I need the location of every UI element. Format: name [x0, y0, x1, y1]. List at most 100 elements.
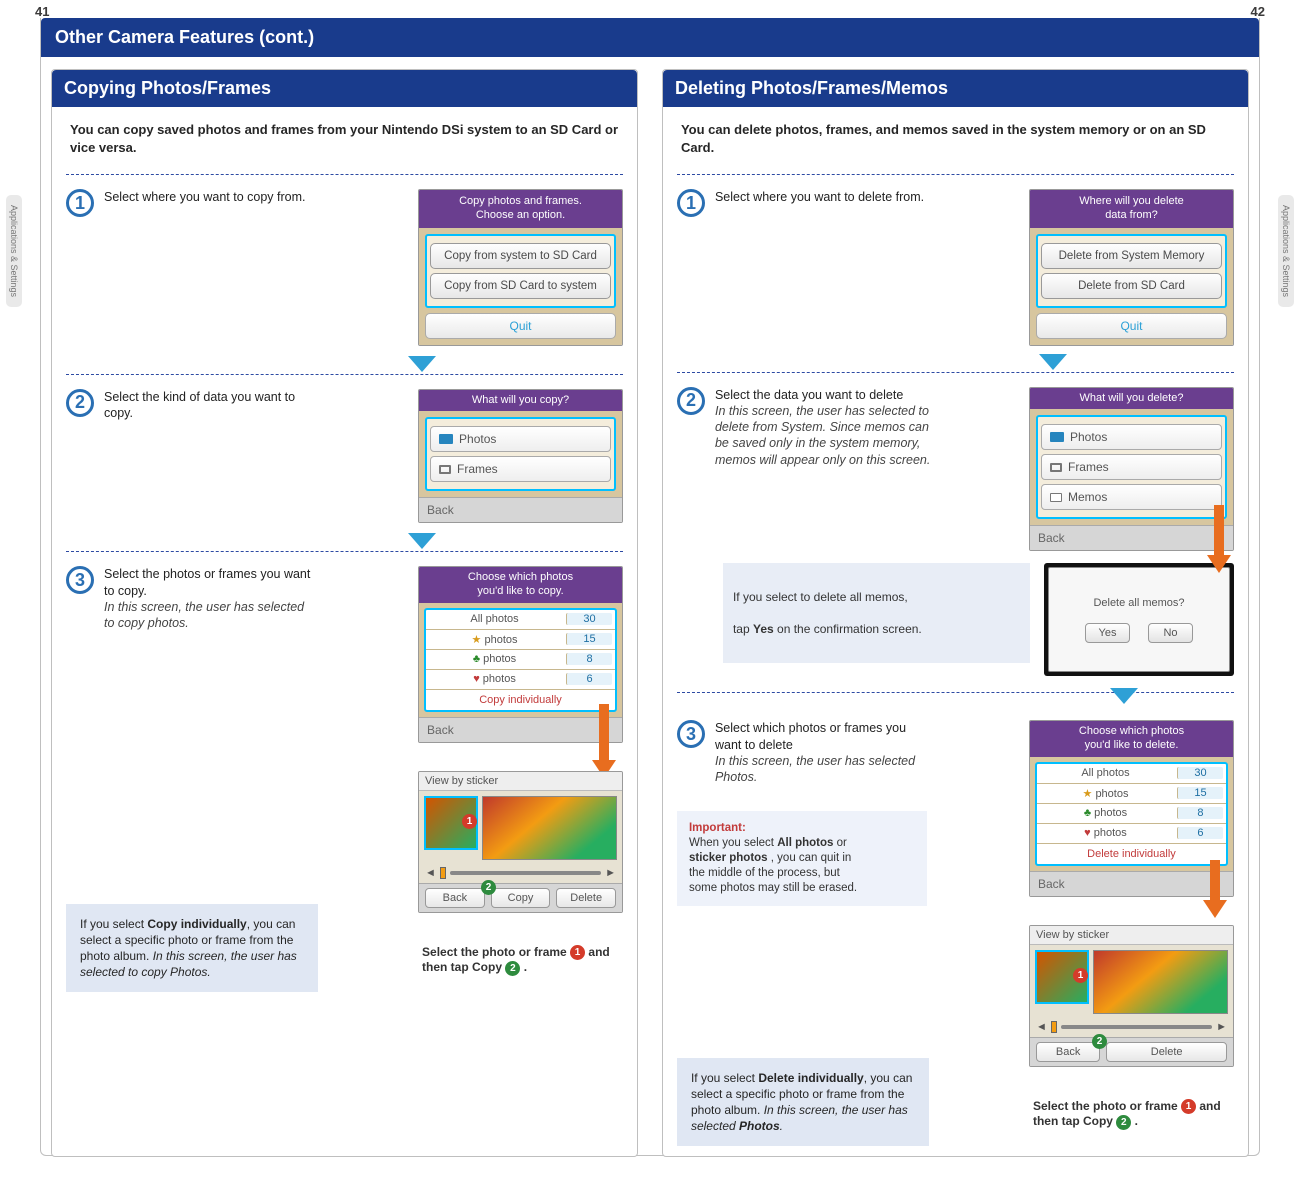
view-by-sticker-delete-screen: View by sticker 1 ◄► Back Delete 2	[1029, 925, 1234, 1067]
delete-from-sd-button[interactable]: Delete from SD Card	[1041, 273, 1222, 299]
arrow-down-icon	[408, 356, 436, 372]
copy-step1-text: Select where you want to copy from.	[104, 189, 305, 205]
all-photos-row[interactable]: All photos30	[1037, 764, 1226, 784]
photo-preview	[482, 796, 617, 860]
sticker-delete-button[interactable]: Delete	[556, 888, 616, 908]
main-content: Other Camera Features (cont.) Copying Ph…	[40, 18, 1260, 1156]
photos-option[interactable]: Photos	[430, 426, 611, 452]
all-photos-row[interactable]: All photos30	[426, 610, 615, 630]
step-number-2-icon: 2	[66, 389, 94, 417]
sticker-delete-button[interactable]: Delete	[1106, 1042, 1227, 1062]
copy-step2-text: Select the kind of data you want to copy…	[104, 389, 306, 422]
page-title-bar: Other Camera Features (cont.)	[41, 18, 1259, 57]
side-tab-left: Applications & Settings	[6, 195, 22, 307]
copy-footnote: Select the photo or frame 1 and then tap…	[418, 941, 623, 976]
deleting-intro: You can delete photos, frames, and memos…	[663, 107, 1248, 168]
frames-icon	[439, 465, 451, 474]
step-number-2-icon: 2	[677, 387, 705, 415]
page-number-right: 42	[1251, 4, 1265, 19]
delete-step2-text: Select the data you want to delete	[715, 388, 903, 402]
arrow-down-orange-icon	[1210, 860, 1220, 900]
photo-slider[interactable]: ◄►	[1030, 1019, 1233, 1037]
delete-from-system-button[interactable]: Delete from System Memory	[1041, 243, 1222, 269]
delete-kind-screen: What will you delete? Photos Frames Memo…	[1029, 387, 1234, 552]
sticker-copy-button[interactable]: Copy	[491, 888, 551, 908]
arrow-head-orange-icon	[1207, 555, 1231, 573]
back-button[interactable]: Back	[1030, 871, 1233, 896]
club-icon: ♣	[473, 653, 480, 665]
heart-icon: ♥	[473, 673, 480, 685]
heart-photos-row[interactable]: ♥ photos6	[1037, 824, 1226, 844]
badge-1-icon: 1	[462, 814, 477, 829]
deleting-section: Deleting Photos/Frames/Memos You can del…	[662, 69, 1249, 1157]
confirm-yes-button[interactable]: Yes	[1085, 623, 1130, 643]
copy-step-1: 1 Select where you want to copy from. Co…	[52, 181, 637, 352]
view-by-sticker-header: View by sticker	[419, 772, 622, 791]
back-button[interactable]: Back	[1030, 525, 1233, 550]
page-number-left: 41	[35, 4, 49, 19]
back-button[interactable]: Back	[419, 717, 622, 742]
heart-photos-row[interactable]: ♥ photos6	[426, 670, 615, 690]
badge-2-icon: 2	[1116, 1115, 1131, 1130]
heart-icon: ♥	[1084, 827, 1091, 839]
delete-step2-subtext: In this screen, the user has selected to…	[715, 404, 930, 467]
copy-sd-to-sys-button[interactable]: Copy from SD Card to system	[430, 273, 611, 299]
arrow-down-orange-icon	[1214, 505, 1224, 555]
star-photos-row[interactable]: ★ photos15	[426, 630, 615, 650]
frames-icon	[1050, 463, 1062, 472]
delete-memos-question: Delete all memos?	[1093, 597, 1184, 609]
badge-2-icon: 2	[1092, 1034, 1107, 1049]
delete-individually-row[interactable]: Delete individually	[1037, 844, 1226, 864]
copy-source-screen: Copy photos and frames. Choose an option…	[418, 189, 623, 346]
delete-source-header: Where will you delete data from?	[1030, 190, 1233, 228]
copy-individually-note: If you select Copy individually, you can…	[66, 904, 318, 993]
sticker-back-button[interactable]: Back	[425, 888, 485, 908]
delete-kind-header: What will you delete?	[1030, 388, 1233, 410]
choose-delete-photos-screen: Choose which photos you'd like to delete…	[1029, 720, 1234, 897]
copying-section-title: Copying Photos/Frames	[52, 70, 637, 107]
copy-individually-row[interactable]: Copy individually	[426, 690, 615, 710]
copy-step3-text: Select the photos or frames you want to …	[104, 567, 310, 597]
photos-icon	[439, 434, 453, 444]
delete-step-1: 1 Select where you want to delete from. …	[663, 181, 1248, 352]
delete-individually-note: If you select Delete individually, you c…	[677, 1058, 929, 1147]
arrow-down-icon	[1110, 688, 1138, 704]
sticker-back-button[interactable]: Back	[1036, 1042, 1100, 1062]
copy-kind-screen: What will you copy? Photos Frames Back	[418, 389, 623, 524]
memo-note-box: If you select to delete all memos, tap Y…	[723, 563, 1030, 663]
memos-option[interactable]: Memos	[1041, 484, 1222, 510]
club-photos-row[interactable]: ♣ photos8	[426, 650, 615, 670]
view-by-sticker-screen: View by sticker 1 ◄► Back Copy Delete 2	[418, 771, 623, 913]
quit-button[interactable]: Quit	[1036, 313, 1227, 339]
step-number-3-icon: 3	[677, 720, 705, 748]
deleting-section-title: Deleting Photos/Frames/Memos	[663, 70, 1248, 107]
choose-delete-header: Choose which photos you'd like to delete…	[1030, 721, 1233, 757]
arrow-head-orange-icon	[1203, 900, 1227, 918]
copy-step-2: 2 Select the kind of data you want to co…	[52, 381, 637, 530]
delete-memos-confirm-screen: Delete all memos? Yes No	[1044, 563, 1234, 676]
quit-button[interactable]: Quit	[425, 313, 616, 339]
arrow-down-icon	[1039, 354, 1067, 370]
photo-slider[interactable]: ◄►	[419, 865, 622, 883]
copy-kind-header: What will you copy?	[419, 390, 622, 412]
delete-step-2: 2 Select the data you want to delete In …	[663, 379, 1248, 558]
back-button[interactable]: Back	[419, 497, 622, 522]
star-icon: ★	[472, 634, 482, 646]
delete-footnote: Select the photo or frame 1 and then tap…	[1029, 1095, 1234, 1130]
arrow-down-icon	[408, 533, 436, 549]
star-photos-row[interactable]: ★ photos15	[1037, 784, 1226, 804]
badge-2-icon: 2	[505, 961, 520, 976]
confirm-no-button[interactable]: No	[1148, 623, 1193, 643]
step-number-1-icon: 1	[677, 189, 705, 217]
club-photos-row[interactable]: ♣ photos8	[1037, 804, 1226, 824]
photos-table: All photos30 ★ photos15 ♣ photos8 ♥ phot…	[424, 608, 617, 712]
frames-option[interactable]: Frames	[1041, 454, 1222, 480]
view-by-sticker-header: View by sticker	[1030, 926, 1233, 945]
photos-icon	[1050, 432, 1064, 442]
delete-step3-text: Select which photos or frames you want t…	[715, 721, 906, 751]
copying-intro: You can copy saved photos and frames fro…	[52, 107, 637, 168]
photos-option[interactable]: Photos	[1041, 424, 1222, 450]
copy-sys-to-sd-button[interactable]: Copy from system to SD Card	[430, 243, 611, 269]
frames-option[interactable]: Frames	[430, 456, 611, 482]
badge-2-icon: 2	[481, 880, 496, 895]
